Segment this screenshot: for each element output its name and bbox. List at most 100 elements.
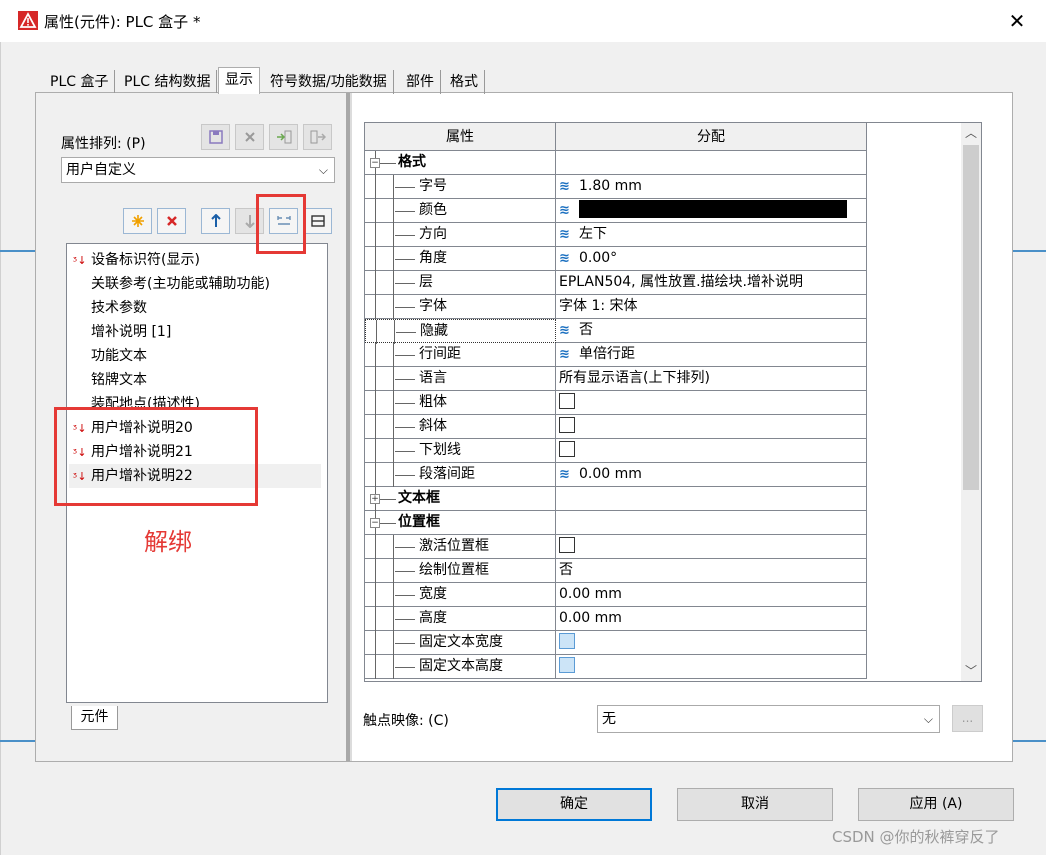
grid-row[interactable]: 行间距 ≋ 单倍行距 [365,343,867,367]
chevron-down-icon[interactable]: ﹀ [961,661,981,681]
tab-display[interactable]: 显示 [218,67,260,94]
grid-row[interactable]: 高度 0.00 mm [365,607,867,631]
grid-row[interactable]: 下划线 [365,439,867,463]
grid-value-cell[interactable] [556,631,867,655]
layer-stack-icon[interactable]: ≋ [559,319,579,342]
collapse-icon[interactable]: − [370,518,380,528]
grid-property-cell[interactable]: 固定文本高度 [365,655,556,679]
checkbox[interactable] [559,416,575,433]
grid-property-cell[interactable]: 字体 [365,295,556,319]
more-options-button[interactable]: ... [952,705,983,732]
grid-value-cell[interactable]: 0.00 mm [556,607,867,631]
grid-header-value[interactable]: 分配 [556,123,867,151]
grid-property-cell[interactable]: 宽度 [365,583,556,607]
bind-button[interactable] [303,208,332,234]
grid-row[interactable]: 粗体 [365,391,867,415]
grid-row[interactable]: 段落间距 ≋ 0.00 mm [365,463,867,487]
tab-symbol-function-data[interactable]: 符号数据/功能数据 [264,70,394,94]
grid-value-cell[interactable]: ≋ 0.00° [556,247,867,271]
import-scheme-button[interactable] [269,124,298,150]
grid-value-cell[interactable] [556,415,867,439]
grid-scrollbar[interactable]: ︿ ﹀ [961,123,981,681]
layer-stack-icon[interactable]: ≋ [559,247,579,270]
layer-stack-icon[interactable]: ≋ [559,175,579,198]
grid-value-cell[interactable]: ≋ 单倍行距 [556,343,867,367]
grid-value-cell[interactable]: 所有显示语言(上下排列) [556,367,867,391]
grid-group-row[interactable]: + 文本框 [365,487,867,511]
save-scheme-button[interactable] [201,124,230,150]
cancel-button[interactable]: 取消 [677,788,833,821]
delete-property-button[interactable] [157,208,186,234]
property-grid[interactable]: 属性 分配 − 格式 字号 ≋ 1.80 mm 颜色 ≋ 方向 ≋ 左下 角度 ≋ 0.00° 层 EPLA… [364,122,982,682]
tab-plc-box[interactable]: PLC 盒子 [44,70,116,94]
grid-row[interactable]: 激活位置框 [365,535,867,559]
grid-group-row[interactable]: − 位置框 [365,511,867,535]
checkbox[interactable] [559,656,575,673]
grid-value-cell[interactable]: EPLAN504, 属性放置.描绘块.增补说明 [556,271,867,295]
checkbox[interactable] [559,632,575,649]
grid-value-cell[interactable]: ≋ [556,199,867,223]
grid-property-cell[interactable]: 激活位置框 [365,535,556,559]
layer-stack-icon[interactable]: ≋ [559,463,579,486]
ok-button[interactable]: 确定 [496,788,652,821]
grid-row[interactable]: 隐藏 ≋ 否 [365,319,867,344]
grid-property-cell[interactable]: 颜色 [365,199,556,223]
grid-value-cell[interactable] [556,439,867,463]
color-swatch[interactable] [579,199,847,218]
grid-value-cell[interactable] [556,535,867,559]
grid-row[interactable]: 字号 ≋ 1.80 mm [365,175,867,199]
grid-header-property[interactable]: 属性 [365,123,556,151]
grid-value-cell[interactable]: 字体 1: 宋体 [556,295,867,319]
grid-value-cell[interactable]: ≋ 1.80 mm [556,175,867,199]
tab-parts[interactable]: 部件 [400,70,441,94]
grid-row[interactable]: 固定文本宽度 [365,631,867,655]
grid-property-cell[interactable]: 粗体 [365,391,556,415]
grid-value-cell[interactable] [556,151,867,175]
grid-property-cell[interactable]: + 文本框 [365,487,556,511]
apply-button[interactable]: 应用 (A) [858,788,1014,821]
layer-stack-icon[interactable]: ≋ [559,223,579,246]
grid-row[interactable]: 字体 字体 1: 宋体 [365,295,867,319]
expand-icon[interactable]: + [370,494,380,504]
scrollbar-thumb[interactable] [963,145,979,490]
contact-image-select[interactable]: 无 ⌵ [597,705,940,733]
grid-row[interactable]: 绘制位置框 否 [365,559,867,583]
chevron-up-icon[interactable]: ︿ [961,123,981,143]
list-item[interactable]: 功能文本 [91,344,147,368]
grid-value-cell[interactable]: 0.00 mm [556,583,867,607]
move-up-button[interactable] [201,208,230,234]
grid-property-cell[interactable]: 行间距 [365,343,556,367]
grid-property-cell[interactable]: 高度 [365,607,556,631]
property-order-select[interactable]: 用户自定义 ⌵ [61,157,335,183]
list-item[interactable]: 关联参考(主功能或辅助功能) [91,272,270,296]
grid-row[interactable]: 方向 ≋ 左下 [365,223,867,247]
tab-format[interactable]: 格式 [444,70,485,94]
grid-group-row[interactable]: − 格式 [365,151,867,175]
tab-plc-structure-data[interactable]: PLC 结构数据 [118,70,218,94]
grid-property-cell[interactable]: 隐藏 [365,319,556,344]
grid-property-cell[interactable]: − 格式 [365,151,556,175]
delete-scheme-button[interactable] [235,124,264,150]
checkbox[interactable] [559,392,575,409]
checkbox[interactable] [559,536,575,553]
grid-property-cell[interactable]: 段落间距 [365,463,556,487]
grid-value-cell[interactable]: ≋ 左下 [556,223,867,247]
grid-property-cell[interactable]: 层 [365,271,556,295]
grid-row[interactable]: 颜色 ≋ [365,199,867,223]
grid-row[interactable]: 斜体 [365,415,867,439]
tab-element[interactable]: 元件 [71,706,118,730]
list-item[interactable]: 增补说明 [1] [91,320,171,344]
grid-value-cell[interactable] [556,391,867,415]
list-item[interactable]: 技术参数 [91,296,147,320]
grid-property-cell[interactable]: 固定文本宽度 [365,631,556,655]
grid-value-cell[interactable]: ≋ 0.00 mm [556,463,867,487]
grid-row[interactable]: 角度 ≋ 0.00° [365,247,867,271]
grid-property-cell[interactable]: 字号 [365,175,556,199]
grid-value-cell[interactable] [556,487,867,511]
collapse-icon[interactable]: − [370,158,380,168]
grid-property-cell[interactable]: 下划线 [365,439,556,463]
list-item[interactable]: 铭牌文本 [91,368,147,392]
checkbox[interactable] [559,440,575,457]
grid-row[interactable]: 语言 所有显示语言(上下排列) [365,367,867,391]
export-scheme-button[interactable] [303,124,332,150]
